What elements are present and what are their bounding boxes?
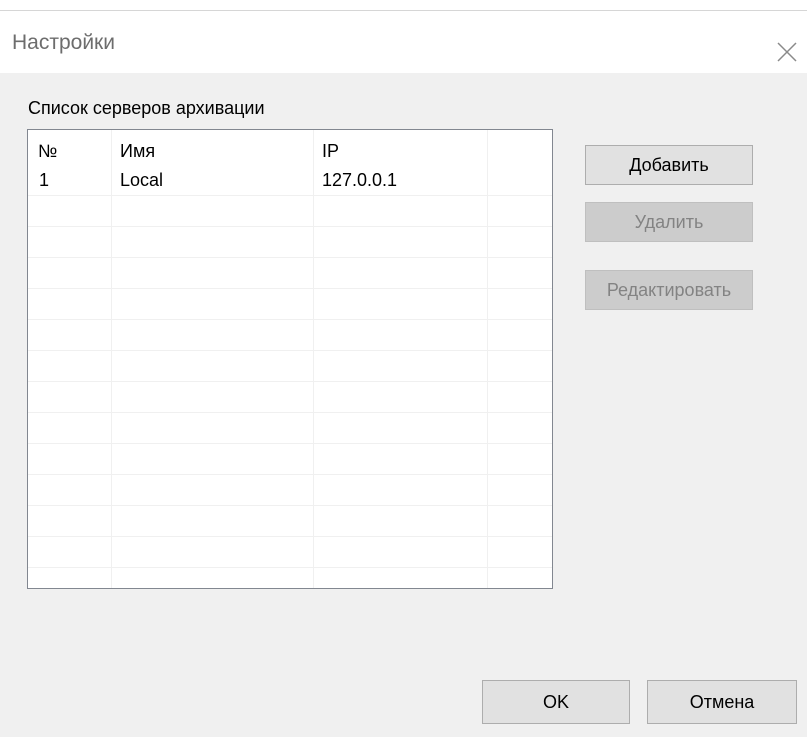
column-header-name[interactable]: Имя [120, 141, 155, 162]
column-header-ip[interactable]: IP [322, 141, 339, 162]
row-1-name[interactable]: Local [120, 170, 163, 191]
edit-button[interactable]: Редактировать [585, 270, 753, 310]
delete-button[interactable]: Удалить [585, 202, 753, 242]
dialog-client-area: Список серверов архивации № Имя IP 1 Loc… [0, 73, 807, 737]
servers-list-label: Список серверов архивации [28, 98, 265, 118]
title-bar: Настройки [0, 11, 807, 73]
servers-list[interactable]: № Имя IP 1 Local 127.0.0.1 [27, 129, 553, 589]
ok-button[interactable]: OK [482, 680, 630, 724]
column-header-number[interactable]: № [38, 141, 57, 162]
row-1-ip[interactable]: 127.0.0.1 [322, 170, 397, 191]
cancel-button[interactable]: Отмена [647, 680, 797, 724]
add-button[interactable]: Добавить [585, 145, 753, 185]
row-1-number[interactable]: 1 [39, 170, 49, 191]
list-gridlines [28, 130, 552, 588]
window-title: Настройки [12, 31, 115, 54]
close-icon[interactable] [775, 40, 799, 64]
